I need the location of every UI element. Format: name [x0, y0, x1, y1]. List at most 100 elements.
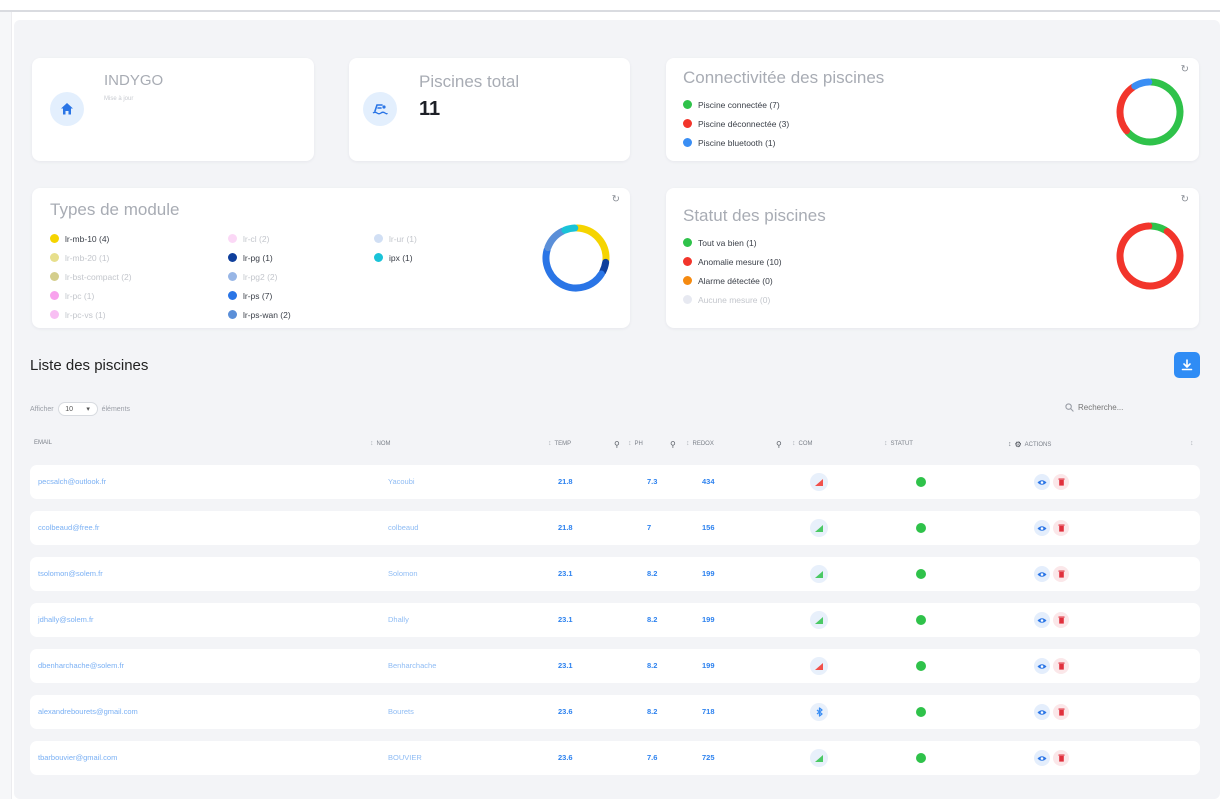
legend-item[interactable]: lr-mb-10 (4)	[50, 229, 132, 248]
cell-ph: 7.3	[647, 477, 658, 486]
legend-item[interactable]: Piscine bluetooth (1)	[683, 133, 789, 152]
legend-label: Alarme détectée (0)	[698, 275, 773, 286]
column-header-com[interactable]: ↕ Com	[792, 440, 813, 447]
donut-segment[interactable]	[573, 224, 610, 264]
table-row[interactable]: tbarbouvier@gmail.com BOUVIER 23.6 7.6 725	[30, 741, 1200, 775]
delete-button[interactable]	[1053, 474, 1069, 490]
legend-item[interactable]: Aucune mesure (0)	[683, 290, 782, 309]
org-subtitle: Mise à jour	[104, 96, 134, 102]
legend-item[interactable]: lr-ps-wan (2)	[228, 305, 291, 324]
pool-status-card: Statut des piscines Tout va bien (1) Anom…	[666, 188, 1199, 328]
view-button[interactable]	[1034, 520, 1050, 536]
view-button[interactable]	[1034, 566, 1050, 582]
legend-item[interactable]: lr-pg2 (2)	[228, 267, 291, 286]
cell-email[interactable]: tbarbouvier@gmail.com	[38, 753, 117, 762]
table-row[interactable]: dbenharchache@solem.fr Benharchache 23.1 8.…	[30, 649, 1200, 683]
ph-filter-icon[interactable]: ⚲	[670, 440, 676, 449]
status-ok-indicator	[916, 753, 926, 763]
view-button[interactable]	[1034, 750, 1050, 766]
legend-label: lr-mb-20 (1)	[65, 252, 110, 263]
refresh-icon[interactable]: ↻	[1181, 194, 1189, 205]
legend-item[interactable]: Alarme détectée (0)	[683, 271, 782, 290]
donut-segment[interactable]	[542, 246, 605, 292]
column-header-temp[interactable]: ↕ Temp	[548, 440, 571, 447]
donut-segment[interactable]	[1147, 222, 1169, 234]
legend-item[interactable]: lr-ur (1)	[374, 229, 417, 248]
legend-item[interactable]: Tout va bien (1)	[683, 233, 782, 252]
table-row[interactable]: ccolbeaud@free.fr colbeaud 21.8 7 156	[30, 511, 1200, 545]
temp-filter-icon[interactable]: ⚲	[614, 440, 620, 449]
table-row[interactable]: alexandrebourets@gmail.com Bourets 23.6 8.2…	[30, 695, 1200, 729]
delete-button[interactable]	[1053, 750, 1069, 766]
legend-item[interactable]: Anomalie mesure (10)	[683, 252, 782, 271]
legend-item[interactable]: lr-bst-compact (2)	[50, 267, 132, 286]
view-button[interactable]	[1034, 474, 1050, 490]
view-button[interactable]	[1034, 612, 1050, 628]
legend-label: Piscine bluetooth (1)	[698, 137, 776, 148]
eye-icon	[1037, 571, 1047, 577]
trash-icon	[1058, 616, 1064, 624]
search-input[interactable]	[1078, 403, 1148, 412]
donut-segment[interactable]	[1124, 78, 1184, 146]
legend-dot	[228, 234, 237, 243]
delete-button[interactable]	[1053, 520, 1069, 536]
header-label: Redox	[692, 440, 714, 447]
legend-item[interactable]: ipx (1)	[374, 248, 417, 267]
legend-item[interactable]: lr-pc (1)	[50, 286, 132, 305]
redox-filter-icon[interactable]: ⚲	[776, 440, 782, 449]
search-icon	[1065, 403, 1074, 412]
legend-label: lr-pc (1)	[65, 290, 95, 301]
legend-label: Piscine déconnectée (3)	[698, 118, 790, 129]
download-button[interactable]	[1174, 352, 1200, 378]
page-length-select[interactable]: 10 ▾	[57, 402, 98, 416]
legend-item[interactable]: lr-pc-vs (1)	[50, 305, 132, 324]
sort-icon: ↕	[548, 440, 552, 447]
cell-temp: 21.8	[558, 523, 573, 532]
cell-email[interactable]: ccolbeaud@free.fr	[38, 523, 99, 532]
legend-item[interactable]: lr-pg (1)	[228, 248, 291, 267]
delete-button[interactable]	[1053, 612, 1069, 628]
table-row[interactable]: tsolomon@solem.fr Solomon 23.1 8.2 199	[30, 557, 1200, 591]
trash-icon	[1058, 662, 1064, 670]
column-header-actions[interactable]: ↕ ⚙ Actions	[1008, 440, 1051, 449]
column-sort-extra[interactable]: ↕	[1190, 440, 1197, 447]
legend-item[interactable]: lr-cl (2)	[228, 229, 291, 248]
legend-item[interactable]: lr-mb-20 (1)	[50, 248, 132, 267]
refresh-icon[interactable]: ↻	[612, 194, 620, 205]
cell-email[interactable]: jdhally@solem.fr	[38, 615, 94, 624]
column-header-ph[interactable]: ↕ PH	[628, 440, 643, 447]
cell-email[interactable]: dbenharchache@solem.fr	[38, 661, 124, 670]
legend-item[interactable]: Piscine connectée (7)	[683, 95, 789, 114]
cell-email[interactable]: tsolomon@solem.fr	[38, 569, 103, 578]
column-header-email[interactable]: Email	[34, 440, 52, 446]
column-header-statut[interactable]: ↕ Statut	[884, 440, 913, 447]
cell-redox: 434	[702, 477, 715, 486]
donut-segment[interactable]	[544, 227, 567, 252]
cell-email[interactable]: alexandrebourets@gmail.com	[38, 707, 138, 716]
left-sidebar-edge	[0, 12, 12, 799]
swimmer-icon	[372, 104, 388, 115]
connectivity-title: Connectivitée des piscines	[683, 68, 885, 87]
donut-segment[interactable]	[1131, 78, 1153, 90]
delete-button[interactable]	[1053, 704, 1069, 720]
cell-nom: Dhally	[388, 615, 409, 624]
view-button[interactable]	[1034, 658, 1050, 674]
column-header-redox[interactable]: ↕ Redox	[686, 440, 714, 447]
donut-segment[interactable]	[561, 224, 579, 234]
table-row[interactable]: jdhally@solem.fr Dhally 23.1 8.2 199	[30, 603, 1200, 637]
legend-item[interactable]: Piscine déconnectée (3)	[683, 114, 789, 133]
legend-item[interactable]: lr-ps (7)	[228, 286, 291, 305]
donut-segment[interactable]	[1116, 83, 1137, 135]
eye-icon	[1037, 479, 1047, 485]
donut-segment[interactable]	[599, 258, 610, 276]
donut-segment[interactable]	[1116, 222, 1184, 290]
legend-dot	[683, 238, 692, 247]
delete-button[interactable]	[1053, 658, 1069, 674]
view-button[interactable]	[1034, 704, 1050, 720]
cell-email[interactable]: pecsalch@outlook.fr	[38, 477, 106, 486]
column-header-nom[interactable]: ↕ Nom	[370, 440, 391, 447]
legend-dot	[50, 310, 59, 319]
pool-status-legend: Tout va bien (1) Anomalie mesure (10) Alar…	[683, 233, 782, 309]
table-row[interactable]: pecsalch@outlook.fr Yacoubi 21.8 7.3 434	[30, 465, 1200, 499]
delete-button[interactable]	[1053, 566, 1069, 582]
